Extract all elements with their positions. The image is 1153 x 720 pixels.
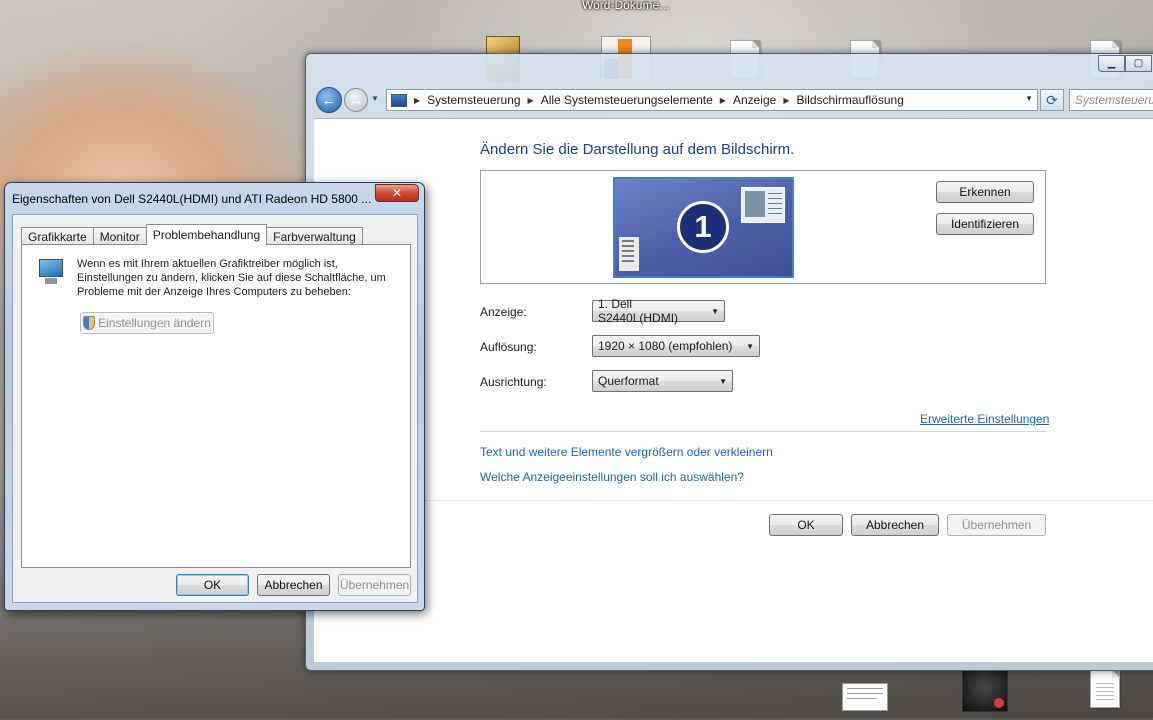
troubleshooting-description: Wenn es mit Ihrem aktuellen Grafiktreibe… bbox=[77, 258, 386, 298]
divider bbox=[314, 500, 1153, 501]
address-row: ← → ▼ ▶ Systemsteuerung ▶ Alle Systemste… bbox=[314, 84, 1153, 114]
forward-arrow-icon[interactable]: → bbox=[344, 88, 368, 112]
resolution-label: Auflösung: bbox=[480, 340, 537, 354]
document-thumbnail-icon[interactable] bbox=[842, 683, 888, 711]
caption-buttons: ▁ ▢ bbox=[1098, 55, 1152, 72]
monitor-icon bbox=[37, 259, 65, 287]
monitor-1-preview[interactable]: 1 bbox=[613, 177, 794, 278]
main-content: Ändern Sie die Darstellung auf dem Bilds… bbox=[314, 118, 1153, 662]
divider bbox=[480, 431, 1046, 432]
breadcrumb-item[interactable]: Systemsteuerung bbox=[427, 93, 520, 107]
tab-monitor[interactable]: Monitor bbox=[92, 227, 147, 245]
orientation-select[interactable]: Querformat ▼ bbox=[592, 370, 733, 392]
display-label: Anzeige: bbox=[480, 305, 527, 319]
breadcrumb-separator-icon[interactable]: ▶ bbox=[414, 96, 420, 105]
mini-window-icon bbox=[741, 187, 785, 223]
change-settings-label: Einstellungen ändern bbox=[98, 316, 211, 330]
display-settings-window: ▁ ▢ ← → ▼ ▶ Systemsteuerung ▶ Alle Syste… bbox=[305, 53, 1153, 671]
history-dropdown-icon[interactable]: ▼ bbox=[371, 94, 379, 103]
monitor-number-badge: 1 bbox=[677, 201, 729, 253]
troubleshooting-panel: Wenn es mit Ihrem aktuellen Grafiktreibe… bbox=[21, 244, 411, 568]
mini-sidebar-icon bbox=[619, 237, 639, 271]
identify-button[interactable]: Identifizieren bbox=[936, 213, 1034, 235]
properties-dialog: Eigenschaften von Dell S2440L(HDMI) und … bbox=[4, 182, 425, 611]
cancel-button[interactable]: Abbrechen bbox=[851, 514, 939, 536]
page-title: Ändern Sie die Darstellung auf dem Bilds… bbox=[480, 141, 795, 158]
tab-grafikkarte[interactable]: Grafikkarte bbox=[21, 227, 94, 245]
display-select[interactable]: 1. Dell S2440L(HDMI) ▼ bbox=[592, 297, 725, 325]
close-icon[interactable]: ✕ bbox=[375, 184, 419, 202]
orientation-select-value: Querformat bbox=[598, 374, 659, 388]
breadcrumb-item[interactable]: Bildschirmauflösung bbox=[796, 93, 903, 107]
resolution-select[interactable]: 1920 × 1080 (empfohlen) ▼ bbox=[592, 335, 760, 357]
monitor-preview-area: 1 Erkennen Identifizieren bbox=[480, 170, 1046, 284]
breadcrumb-separator-icon[interactable]: ▶ bbox=[528, 96, 534, 105]
breadcrumb-separator-icon[interactable]: ▶ bbox=[720, 96, 726, 105]
address-dropdown-icon[interactable]: ▼ bbox=[1025, 94, 1033, 103]
chevron-down-icon: ▼ bbox=[711, 306, 719, 316]
refresh-icon[interactable]: ⟳ bbox=[1040, 89, 1064, 111]
ok-button[interactable]: OK bbox=[769, 514, 843, 536]
maximize-button[interactable]: ▢ bbox=[1125, 55, 1152, 72]
dialog-title: Eigenschaften von Dell S2440L(HDMI) und … bbox=[12, 192, 372, 206]
uac-shield-icon bbox=[83, 316, 96, 330]
orientation-label: Ausrichtung: bbox=[480, 375, 547, 389]
address-bar[interactable]: ▶ Systemsteuerung ▶ Alle Systemsteuerung… bbox=[386, 89, 1038, 111]
change-settings-button[interactable]: Einstellungen ändern bbox=[80, 312, 214, 334]
breadcrumb-separator-icon[interactable]: ▶ bbox=[783, 96, 789, 105]
which-settings-link[interactable]: Welche Anzeigeeinstellungen soll ich aus… bbox=[480, 470, 744, 484]
minimize-button[interactable]: ▁ bbox=[1098, 55, 1125, 72]
chevron-down-icon: ▼ bbox=[746, 341, 754, 351]
advanced-settings-link[interactable]: Erweiterte Einstellungen bbox=[920, 412, 1049, 426]
breadcrumb-item[interactable]: Anzeige bbox=[733, 93, 776, 107]
tab-farbverwaltung[interactable]: Farbverwaltung bbox=[266, 227, 363, 245]
display-select-value: 1. Dell S2440L(HDMI) bbox=[598, 297, 679, 325]
breadcrumb-item[interactable]: Alle Systemsteuerungselemente bbox=[541, 93, 713, 107]
search-input[interactable]: Systemsteuerun bbox=[1069, 89, 1153, 111]
dialog-body: Grafikkarte Monitor Problembehandlung Fa… bbox=[12, 214, 418, 603]
document-icon[interactable] bbox=[1090, 670, 1120, 708]
dialog-apply-button[interactable]: Übernehmen bbox=[338, 574, 411, 596]
chevron-down-icon: ▼ bbox=[719, 376, 727, 386]
dialog-cancel-button[interactable]: Abbrechen bbox=[257, 574, 330, 596]
dialog-ok-button[interactable]: OK bbox=[176, 574, 249, 596]
media-icon[interactable] bbox=[962, 670, 1008, 712]
back-arrow-icon[interactable]: ← bbox=[316, 87, 342, 113]
text-size-link[interactable]: Text und weitere Elemente vergrößern ode… bbox=[480, 445, 773, 459]
control-panel-icon bbox=[391, 93, 407, 107]
tab-strip: Grafikkarte Monitor Problembehandlung Fa… bbox=[21, 223, 363, 245]
detect-button[interactable]: Erkennen bbox=[936, 181, 1034, 203]
tab-problembehandlung[interactable]: Problembehandlung bbox=[145, 224, 268, 245]
resolution-select-value: 1920 × 1080 (empfohlen) bbox=[598, 339, 733, 353]
apply-button[interactable]: Übernehmen bbox=[947, 514, 1046, 536]
desktop-icon-caption[interactable]: Word-Dokume... bbox=[582, 0, 669, 12]
